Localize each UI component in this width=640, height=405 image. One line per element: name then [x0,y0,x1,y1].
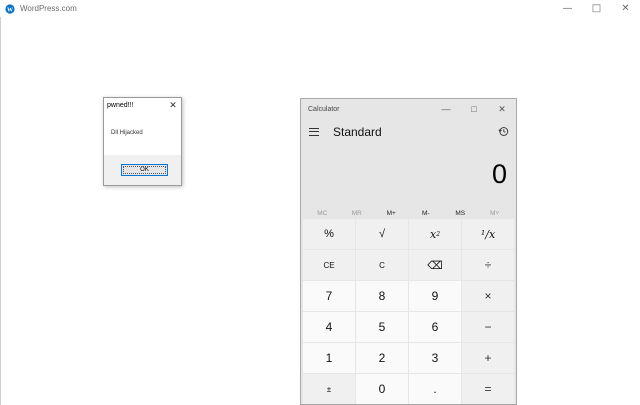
subtract-button[interactable]: − [462,312,514,342]
calculator-mode-title: Standard [333,124,382,139]
host-titlebar: W WordPress.com — □ ✕ [0,0,640,17]
equals-button[interactable]: = [462,374,514,404]
digit-5-button[interactable]: 5 [356,312,408,342]
message-box-titlebar: pwned!!! ✕ [104,98,181,113]
calculator-keypad: % √ x2 ¹/x CE C ⌫ ÷ 7 8 9 × 4 5 6 − 1 2 … [303,219,515,404]
square-root-button[interactable]: √ [356,219,408,249]
digit-4-button[interactable]: 4 [303,312,355,342]
history-icon[interactable] [498,126,509,137]
calculator-display: 0 [491,159,507,189]
maximize-button[interactable]: □ [582,0,611,17]
negate-button[interactable]: ± [303,374,355,404]
calculator-close-button[interactable]: ✕ [488,99,516,119]
add-button[interactable]: + [462,343,514,373]
host-window-controls: — □ ✕ [553,0,640,17]
divide-button[interactable]: ÷ [462,250,514,280]
message-box-footer: OK [104,155,181,185]
decimal-button[interactable]: . [409,374,461,404]
calculator-header: Standard [301,119,516,144]
memory-recall-button[interactable]: MR [342,210,372,217]
host-window-title: WordPress.com [20,4,77,13]
digit-3-button[interactable]: 3 [409,343,461,373]
calculator-minimize-button[interactable]: — [432,99,460,119]
digit-7-button[interactable]: 7 [303,281,355,311]
message-box-title: pwned!!! [107,102,134,109]
square-button[interactable]: x2 [409,219,461,249]
ok-button[interactable]: OK [121,164,168,176]
minimize-button[interactable]: — [553,0,582,17]
calculator-window-controls: — □ ✕ [432,99,516,119]
memory-clear-button[interactable]: MC [307,210,337,217]
digit-8-button[interactable]: 8 [356,281,408,311]
digit-0-button[interactable]: 0 [356,374,408,404]
memory-subtract-button[interactable]: M- [411,210,441,217]
calculator-title: Calculator [308,105,340,113]
clear-entry-button[interactable]: CE [303,250,355,280]
window-border [0,17,1,405]
memory-list-button[interactable]: M˅ [480,210,510,217]
calculator-titlebar: Calculator — □ ✕ [301,99,516,119]
message-text: Dll Hijacked [111,130,143,136]
message-box-dialog: pwned!!! ✕ Dll Hijacked OK [103,97,182,186]
digit-1-button[interactable]: 1 [303,343,355,373]
svg-text:W: W [7,7,13,13]
memory-add-button[interactable]: M+ [376,210,406,217]
clear-button[interactable]: C [356,250,408,280]
hamburger-menu-icon[interactable] [309,127,319,136]
calculator-maximize-button[interactable]: □ [460,99,488,119]
wordpress-logo-icon: W [5,3,15,14]
digit-2-button[interactable]: 2 [356,343,408,373]
backspace-button[interactable]: ⌫ [409,250,461,280]
message-box-body: Dll Hijacked [104,113,181,156]
message-box-close-button[interactable]: ✕ [168,101,178,110]
digit-9-button[interactable]: 9 [409,281,461,311]
reciprocal-button[interactable]: ¹/x [462,219,514,249]
percent-button[interactable]: % [303,219,355,249]
multiply-button[interactable]: × [462,281,514,311]
calculator-window: Calculator — □ ✕ Standard 0 MC MR M+ M- … [300,98,517,405]
digit-6-button[interactable]: 6 [409,312,461,342]
memory-store-button[interactable]: MS [445,210,475,217]
close-button[interactable]: ✕ [611,0,640,17]
